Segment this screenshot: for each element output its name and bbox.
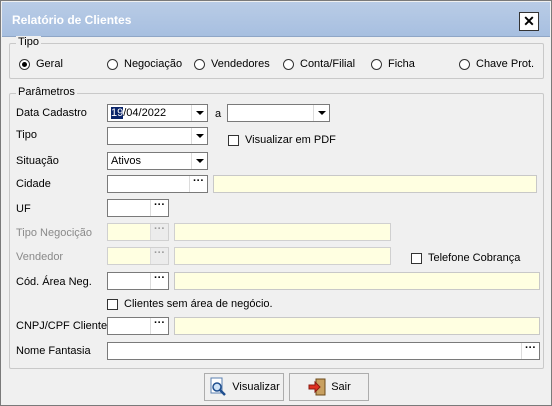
dropdown-arrow-icon[interactable]: [191, 105, 207, 121]
radio-dot: [107, 58, 118, 70]
tipo-negociacao-label: Tipo Negocição: [16, 227, 93, 239]
window-title: Relatório de Clientes: [12, 13, 132, 27]
radio-ficha[interactable]: Ficha: [371, 57, 415, 71]
tipo-legend: Tipo: [16, 36, 41, 48]
checkbox-box: [107, 298, 118, 310]
telefone-cobranca-label: Telefone Cobrança: [428, 252, 521, 264]
dropdown-arrow-icon[interactable]: [191, 128, 207, 144]
radio-label: Geral: [36, 58, 63, 70]
tipo-select[interactable]: [107, 127, 208, 145]
cidade-code[interactable]: ···: [107, 175, 208, 193]
radio-label: Ficha: [388, 58, 415, 70]
date-rest: /04/2022: [123, 107, 167, 119]
radio-label: Chave Prot.: [476, 58, 535, 70]
radio-dot: [194, 58, 205, 70]
telefone-cobranca-checkbox[interactable]: Telefone Cobrança: [411, 251, 520, 265]
radio-chave-prot[interactable]: Chave Prot.: [459, 57, 534, 71]
clientes-sem-area-checkbox[interactable]: Clientes sem área de negócio.: [107, 297, 273, 311]
uf-field[interactable]: ···: [107, 199, 169, 217]
lookup-ellipsis-icon[interactable]: ···: [150, 318, 168, 334]
lookup-ellipsis-icon: ···: [150, 224, 168, 240]
title-bar[interactable]: Relatório de Clientes ✕: [2, 2, 550, 37]
tipo-negociacao-name: [174, 223, 391, 241]
cod-area-neg-label: Cód. Área Neg.: [16, 276, 92, 288]
visualizar-pdf-checkbox[interactable]: Visualizar em PDF: [228, 133, 336, 147]
situacao-label: Situação: [16, 155, 59, 167]
exit-door-icon: [308, 378, 326, 396]
sair-label: Sair: [331, 381, 351, 393]
data-cadastro-label: Data Cadastro: [16, 107, 87, 119]
radio-dot: [371, 58, 382, 70]
visualizar-pdf-label: Visualizar em PDF: [245, 134, 336, 146]
nome-fantasia-field[interactable]: ···: [107, 342, 540, 360]
lookup-ellipsis-icon[interactable]: ···: [189, 176, 207, 192]
cod-area-neg-code[interactable]: ···: [107, 272, 169, 290]
visualizar-label: Visualizar: [232, 381, 280, 393]
radio-conta-filial[interactable]: Conta/Filial: [283, 57, 355, 71]
cnpj-cpf-code[interactable]: ···: [107, 317, 169, 335]
cod-area-neg-name[interactable]: [174, 272, 540, 290]
date-range-separator: a: [215, 108, 222, 120]
close-button[interactable]: ✕: [519, 12, 539, 31]
magnifier-document-icon: [210, 377, 227, 396]
radio-dot: [459, 58, 470, 70]
uf-label: UF: [16, 203, 31, 215]
tipo-negociacao-code: ···: [107, 223, 169, 241]
cnpj-cpf-name[interactable]: [174, 317, 540, 335]
nome-fantasia-label: Nome Fantasia: [16, 345, 91, 357]
report-window: Relatório de Clientes ✕ Tipo Geral Negoc…: [0, 0, 552, 406]
lookup-ellipsis-icon[interactable]: ···: [150, 200, 168, 216]
dropdown-arrow-icon[interactable]: [191, 153, 207, 169]
lookup-ellipsis-icon[interactable]: ···: [150, 273, 168, 289]
lookup-ellipsis-icon: ···: [150, 248, 168, 264]
radio-negociacao[interactable]: Negociação: [107, 57, 182, 71]
dropdown-arrow-icon[interactable]: [313, 105, 329, 121]
checkbox-box: [228, 134, 239, 146]
sair-button[interactable]: Sair: [289, 373, 369, 401]
date-selection: 19: [111, 107, 124, 119]
cidade-name[interactable]: [213, 175, 537, 193]
checkbox-box: [411, 252, 422, 264]
parametros-legend: Parâmetros: [16, 86, 77, 98]
vendedor-code: ···: [107, 247, 169, 265]
radio-dot: [283, 58, 294, 70]
lookup-ellipsis-icon[interactable]: ···: [521, 343, 539, 359]
radio-label: Negociação: [124, 58, 183, 70]
radio-geral[interactable]: Geral: [19, 57, 63, 71]
tipo-label: Tipo: [16, 129, 37, 141]
radio-vendedores[interactable]: Vendedores: [194, 57, 270, 71]
radio-label: Conta/Filial: [300, 58, 356, 70]
cidade-label: Cidade: [16, 178, 51, 190]
radio-dot: [19, 58, 30, 70]
data-cadastro-from[interactable]: 19/04/2022: [107, 104, 208, 122]
cnpj-cpf-label: CNPJ/CPF Cliente: [16, 320, 108, 332]
vendedor-name: [174, 247, 391, 265]
situacao-select[interactable]: Ativos: [107, 152, 208, 170]
clientes-sem-area-label: Clientes sem área de negócio.: [124, 298, 273, 310]
radio-label: Vendedores: [211, 58, 270, 70]
vendedor-label: Vendedor: [16, 251, 64, 263]
visualizar-button[interactable]: Visualizar: [204, 373, 284, 401]
data-cadastro-to[interactable]: [227, 104, 330, 122]
